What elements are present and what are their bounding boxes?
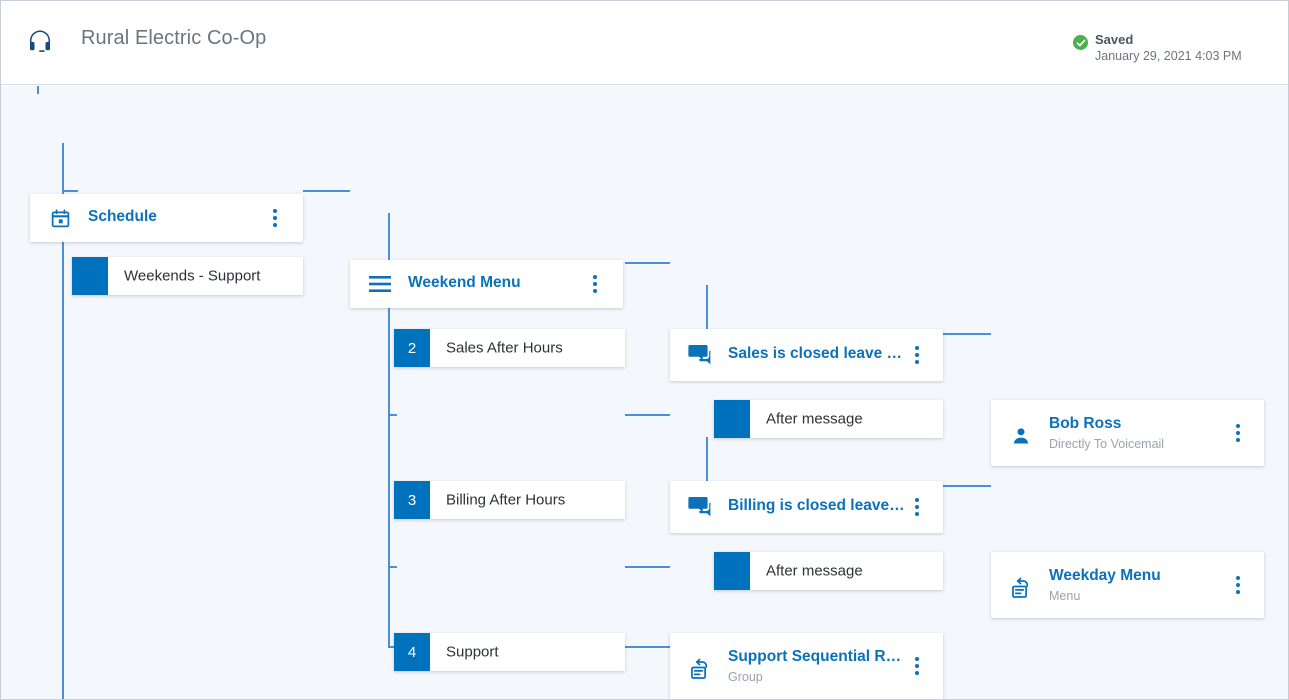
option-support-label: Support <box>446 643 499 661</box>
node-support-sequential-ring-menu-button[interactable] <box>907 656 927 676</box>
node-bob-ross-menu-button[interactable] <box>1228 423 1248 443</box>
connector-schedule-to-weekends <box>62 190 78 192</box>
menu-reply-icon <box>1009 576 1033 600</box>
connector-schedule-stub <box>37 86 39 94</box>
saved-timestamp: January 29, 2021 4:03 PM <box>1095 49 1242 63</box>
node-weekend-menu[interactable]: Weekend Menu <box>350 260 623 308</box>
node-support-sequential-ring-title: Support Sequential R… <box>728 648 902 665</box>
node-sales-closed-message[interactable]: Sales is closed leave … <box>670 329 943 381</box>
node-schedule-menu-button[interactable] <box>265 208 285 228</box>
option-weekends-support-label: Weekends - Support <box>124 267 261 285</box>
page-title: Rural Electric Co-Op <box>81 27 267 49</box>
option-billing-after-hours-label: Billing After Hours <box>446 491 566 509</box>
option-sales-after-hours-badge: 2 <box>394 329 430 367</box>
connector-sales-to-message <box>625 262 670 264</box>
calendar-icon <box>48 206 72 230</box>
option-billing-after-hours[interactable]: 3 Billing After Hours <box>394 481 625 519</box>
node-weekday-menu-title: Weekday Menu <box>1049 567 1161 584</box>
node-billing-closed-message-menu-button[interactable] <box>907 497 927 517</box>
option-support-badge: 4 <box>394 633 430 671</box>
node-weekend-menu-title: Weekend Menu <box>408 274 521 291</box>
connector-weekends-to-weekendmenu <box>303 190 350 192</box>
connector-support-to-group <box>625 566 670 568</box>
node-bob-ross[interactable]: Bob Ross Directly To Voicemail <box>991 400 1264 466</box>
option-sales-after-hours-label: Sales After Hours <box>446 339 563 357</box>
call-flow-app: Rural Electric Co-Op Saved January 29, 2… <box>0 0 1289 700</box>
option-weekends-support-badge <box>72 257 108 295</box>
node-weekday-menu-menu-button[interactable] <box>1228 575 1248 595</box>
node-support-sequential-ring[interactable]: Support Sequential R… Group <box>670 633 943 699</box>
headset-icon <box>25 28 55 58</box>
flow-canvas[interactable]: Schedule Weekends - Support Weekend Menu <box>1 86 1288 699</box>
option-sales-after-message-badge <box>714 400 750 438</box>
option-billing-after-message[interactable]: After message <box>714 552 943 590</box>
option-weekends-support[interactable]: Weekends - Support <box>72 257 303 295</box>
node-schedule-title: Schedule <box>88 208 157 225</box>
menu-icon <box>368 272 392 296</box>
connector-menu-to-option-3 <box>388 414 397 416</box>
connector-failure-to-invalid <box>625 646 670 648</box>
node-support-sequential-ring-subtitle: Group <box>728 670 763 684</box>
chat-bubble-icon <box>688 343 712 367</box>
option-billing-after-hours-badge: 3 <box>394 481 430 519</box>
app-header: Rural Electric Co-Op Saved January 29, 2… <box>1 1 1288 85</box>
option-billing-after-message-badge <box>714 552 750 590</box>
node-sales-closed-message-menu-button[interactable] <box>907 345 927 365</box>
connector-menu-to-option-4 <box>388 566 397 568</box>
node-weekend-menu-menu-button[interactable] <box>585 274 605 294</box>
person-icon <box>1009 424 1033 448</box>
connector-salesmsg-trunk <box>706 285 708 335</box>
connector-aftermsg-to-weekdaymenu <box>943 485 991 487</box>
option-sales-after-message-label: After message <box>766 410 863 428</box>
node-weekday-menu-subtitle: Menu <box>1049 589 1081 603</box>
menu-reply-icon <box>688 657 712 681</box>
option-billing-after-message-label: After message <box>766 562 863 580</box>
node-billing-closed-message-title: Billing is closed leave… <box>728 497 905 514</box>
node-bob-ross-title: Bob Ross <box>1049 415 1122 432</box>
node-weekday-menu[interactable]: Weekday Menu Menu <box>991 552 1264 618</box>
node-sales-closed-message-title: Sales is closed leave … <box>728 345 903 362</box>
connector-billingmsg-trunk <box>706 437 708 487</box>
node-schedule[interactable]: Schedule <box>30 194 303 242</box>
option-sales-after-message[interactable]: After message <box>714 400 943 438</box>
option-support[interactable]: 4 Support <box>394 633 625 671</box>
saved-label: Saved <box>1095 32 1134 47</box>
node-billing-closed-message[interactable]: Billing is closed leave… <box>670 481 943 533</box>
option-sales-after-hours[interactable]: 2 Sales After Hours <box>394 329 625 367</box>
check-circle-icon <box>1073 35 1088 50</box>
chat-bubble-icon <box>688 495 712 519</box>
connector-billing-to-message <box>625 414 670 416</box>
node-bob-ross-subtitle: Directly To Voicemail <box>1049 437 1165 451</box>
connector-aftermsg-to-bobross <box>943 333 991 335</box>
